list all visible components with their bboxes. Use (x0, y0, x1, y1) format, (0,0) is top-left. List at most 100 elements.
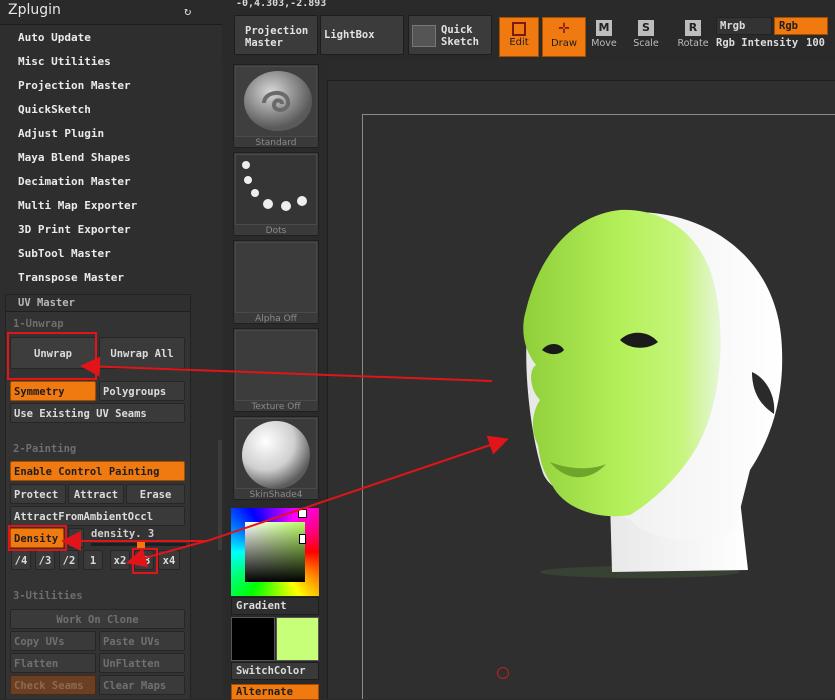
menu-projection-master[interactable]: Projection Master (18, 77, 198, 95)
alpha-off-icon (235, 242, 317, 313)
material-caption: SkinShade4 (249, 490, 303, 500)
skinshade-material-icon (235, 418, 317, 489)
section-painting: 2-Painting (13, 443, 77, 455)
material-thumb[interactable]: SkinShade4 (233, 416, 319, 500)
density-slider-label: density. 3 (91, 528, 155, 540)
zplugin-header[interactable]: Zplugin ↻ (0, 0, 222, 25)
stroke-dots-thumb[interactable]: Dots (233, 152, 319, 236)
edit-button[interactable]: Edit (499, 17, 539, 57)
unwrap-all-button[interactable]: Unwrap All (99, 337, 185, 369)
move-label: Move (591, 38, 617, 49)
clear-maps-button[interactable]: Clear Maps (99, 675, 185, 695)
standard-brush-svg (244, 71, 312, 131)
uv-master-title: UV Master (18, 297, 75, 309)
density-slider-handle[interactable] (137, 541, 145, 548)
texture-off-icon (235, 330, 317, 401)
density-div2-button[interactable]: /2 (59, 550, 79, 570)
density-x2-button[interactable]: x2 (110, 550, 130, 570)
saturation-handle[interactable] (299, 534, 306, 544)
edit-label: Edit (509, 37, 529, 48)
x3-highlight (132, 548, 158, 574)
panel-scrollbar[interactable] (218, 440, 222, 550)
gradient-toggle[interactable]: Gradient (231, 597, 319, 615)
enable-control-painting-toggle[interactable]: Enable Control Painting (10, 461, 185, 481)
density-1-button[interactable]: 1 (83, 550, 103, 570)
protect-button[interactable]: Protect (10, 484, 66, 504)
density-div3-button[interactable]: /3 (35, 550, 55, 570)
switch-color-button[interactable]: SwitchColor (231, 662, 319, 680)
density-close-button[interactable]: × (68, 528, 84, 548)
scale-icon: S (638, 20, 654, 36)
density-slider[interactable] (91, 541, 186, 548)
main-color-swatch[interactable] (231, 617, 275, 661)
alpha-caption: Alpha Off (255, 314, 297, 324)
menu-subtool-master[interactable]: SubTool Master (18, 245, 198, 263)
dots-stroke-svg (242, 161, 307, 211)
rgb-button[interactable]: Rgb (774, 17, 828, 35)
lightbox-button[interactable]: LightBox (320, 15, 404, 55)
coordinates-readout: -0,4.303,-2.893 (236, 0, 327, 9)
material-sphere-svg (242, 421, 310, 489)
standard-brush-icon (235, 66, 317, 137)
section-utilities: 3-Utilities (13, 590, 83, 602)
move-button[interactable]: M Move (583, 16, 625, 54)
attract-ambient-occlusion-button[interactable]: AttractFromAmbientOccl (10, 506, 185, 526)
brush-standard-caption: Standard (255, 138, 297, 148)
top-toolbar: -0,4.303,-2.893 Projection Master LightB… (222, 0, 835, 60)
rotate-icon: R (685, 20, 701, 36)
section-unwrap: 1-Unwrap (13, 318, 64, 330)
symmetry-toggle[interactable]: Symmetry (10, 381, 96, 401)
zplugin-panel: Zplugin ↻ Auto Update Misc Utilities Pro… (0, 0, 222, 699)
menu-adjust-plugin[interactable]: Adjust Plugin (18, 125, 198, 143)
secondary-color-swatch[interactable] (276, 617, 319, 661)
menu-maya-blend-shapes[interactable]: Maya Blend Shapes (18, 149, 198, 167)
quick-sketch-button[interactable]: Quick Sketch (408, 15, 492, 55)
draw-label: Draw (550, 38, 578, 49)
stroke-dots-caption: Dots (265, 226, 287, 236)
dots-stroke-icon (235, 154, 317, 225)
scale-label: Scale (633, 38, 659, 49)
menu-multi-map-exporter[interactable]: Multi Map Exporter (18, 197, 198, 215)
menu-misc-utilities[interactable]: Misc Utilities (18, 53, 198, 71)
zplugin-title: Zplugin (8, 2, 61, 18)
refresh-icon[interactable]: ↻ (184, 5, 196, 17)
unflatten-button[interactable]: UnFlatten (99, 653, 185, 673)
attract-button[interactable]: Attract (68, 484, 124, 504)
head-model[interactable] (480, 200, 800, 590)
rgb-intensity-slider[interactable]: Rgb Intensity 100 (716, 37, 828, 53)
draw-button[interactable]: ✛ Draw (542, 17, 586, 57)
rgb-intensity-value: 100 (806, 37, 825, 49)
copy-uvs-button[interactable]: Copy UVs (10, 631, 96, 651)
draw-icon: ✛ (558, 21, 570, 37)
color-saturation-square[interactable] (245, 522, 305, 582)
erase-button[interactable]: Erase (126, 484, 185, 504)
rotate-button[interactable]: R Rotate (672, 16, 714, 54)
brush-standard-thumb[interactable]: Standard (233, 64, 319, 148)
work-on-clone-button[interactable]: Work On Clone (10, 609, 185, 629)
uv-master-header[interactable]: UV Master (6, 295, 190, 312)
rotate-label: Rotate (677, 38, 709, 49)
projection-master-button[interactable]: Projection Master (234, 15, 318, 55)
texture-thumb[interactable]: Texture Off (233, 328, 319, 412)
flatten-button[interactable]: Flatten (10, 653, 96, 673)
menu-decimation-master[interactable]: Decimation Master (18, 173, 198, 191)
menu-quicksketch[interactable]: QuickSketch (18, 101, 198, 119)
paste-uvs-button[interactable]: Paste UVs (99, 631, 185, 651)
unwrap-highlight (7, 332, 97, 380)
check-seams-button[interactable]: Check Seams (10, 675, 96, 695)
hue-handle[interactable] (298, 509, 307, 518)
use-existing-uv-seams-toggle[interactable]: Use Existing UV Seams (10, 403, 185, 423)
menu-auto-update[interactable]: Auto Update (18, 29, 198, 47)
density-div4-button[interactable]: /4 (11, 550, 31, 570)
quick-sketch-label: Quick Sketch (441, 24, 479, 48)
polygroups-toggle[interactable]: Polygroups (99, 381, 185, 401)
scale-button[interactable]: S Scale (625, 16, 667, 54)
mrgb-button[interactable]: Mrgb (716, 17, 772, 35)
quick-sketch-icon (412, 25, 436, 47)
menu-transpose-master[interactable]: Transpose Master (18, 269, 198, 287)
alpha-thumb[interactable]: Alpha Off (233, 240, 319, 324)
rgb-intensity-label: Rgb Intensity (716, 37, 799, 49)
density-x4-button[interactable]: x4 (158, 550, 180, 570)
menu-3d-print-exporter[interactable]: 3D Print Exporter (18, 221, 198, 239)
color-picker[interactable] (231, 508, 319, 596)
